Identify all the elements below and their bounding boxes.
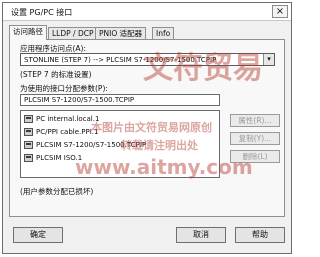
interface-icon (24, 154, 33, 162)
access-path-panel: 应用程序访问点(A): STONLINE (STEP 7) --> PLCSIM… (9, 39, 285, 217)
param-label: 为使用的接口分配参数(P): (20, 84, 108, 93)
standard-setting-note: (STEP 7 的标准设置) (20, 70, 92, 79)
window-title: 设置 PG/PC 接口 (11, 8, 73, 17)
tab-pnio-adapter[interactable]: PNIO 适配器 (95, 27, 147, 39)
user-param-note: (用户参数分配已损坏) (20, 187, 94, 196)
tab-label: PNIO 适配器 (99, 29, 143, 38)
copy-button[interactable]: 复制(Y)... (230, 132, 280, 145)
param-field[interactable]: PLCSIM S7-1200/S7-1500.TCPIP (20, 94, 220, 106)
access-point-select[interactable]: STONLINE (STEP 7) --> PLCSIM S7-1200/S7-… (20, 53, 275, 66)
close-button[interactable]: × (272, 5, 288, 18)
pgpc-interface-dialog: 设置 PG/PC 接口 × 访问路径 LLDP / DCP PNIO 适配器 I… (2, 2, 292, 254)
list-item-label: PC internal.local.1 (36, 115, 100, 123)
list-item[interactable]: PC internal.local.1 (23, 113, 217, 125)
ok-button[interactable]: 确定 (13, 227, 63, 243)
tab-lldp-dcp[interactable]: LLDP / DCP (48, 27, 98, 39)
list-item-label: PLCSIM ISO.1 (36, 154, 83, 162)
access-point-value: STONLINE (STEP 7) --> PLCSIM S7-1200/S7-… (24, 56, 217, 64)
title-bar: 设置 PG/PC 接口 × (3, 3, 291, 21)
tab-access-path[interactable]: 访问路径 (9, 25, 47, 40)
cancel-button[interactable]: 取消 (176, 227, 226, 243)
close-icon: × (275, 6, 285, 17)
tab-label: LLDP / DCP (52, 29, 94, 38)
list-item-label: PC/PPI cable.PPI.1 (36, 128, 99, 136)
list-item[interactable]: PLCSIM S7-1200/S7-1500.TCPIP (23, 139, 217, 151)
help-button[interactable]: 帮助 (235, 227, 285, 243)
list-item-label: PLCSIM S7-1200/S7-1500.TCPIP (36, 141, 147, 149)
interface-list[interactable]: PC internal.local.1 PC/PPI cable.PPI.1 P… (20, 110, 220, 178)
interface-icon (24, 141, 33, 149)
list-item[interactable]: PLCSIM ISO.1 (23, 152, 217, 164)
tab-label: 访问路径 (13, 27, 43, 36)
param-value: PLCSIM S7-1200/S7-1500.TCPIP (24, 96, 135, 104)
properties-button[interactable]: 属性(R)... (230, 114, 280, 127)
chevron-down-icon: ▾ (263, 54, 274, 65)
tab-label: Info (156, 29, 171, 38)
interface-icon (24, 115, 33, 123)
interface-icon (24, 128, 33, 136)
list-item[interactable]: PC/PPI cable.PPI.1 (23, 126, 217, 138)
delete-button[interactable]: 删除(L) (230, 150, 280, 163)
tab-info[interactable]: Info (152, 27, 175, 39)
tab-strip: 访问路径 LLDP / DCP PNIO 适配器 Info (9, 25, 285, 40)
